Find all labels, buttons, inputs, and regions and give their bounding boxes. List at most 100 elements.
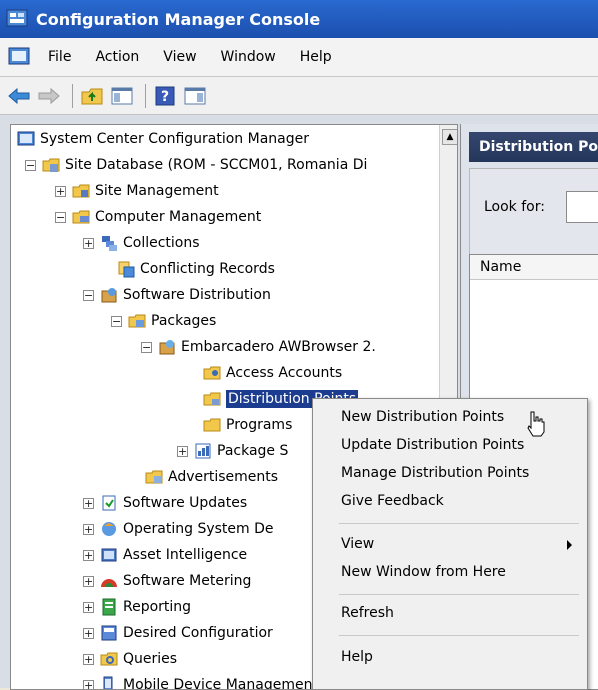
help-button[interactable]: ? [152, 83, 178, 109]
software-distribution-icon [100, 286, 118, 304]
up-level-button[interactable] [79, 83, 105, 109]
folder-icon [203, 416, 221, 434]
os-deployment-icon [100, 520, 118, 538]
tree-node-reporting[interactable]: + Reporting [83, 595, 191, 619]
tree-node-label: Site Database (ROM - SCCM01, Romania Di [65, 157, 367, 173]
tree-node-label: Software Metering [123, 573, 251, 589]
menu-bar: File Action View Window Help [0, 38, 598, 77]
tree-node-site-management[interactable]: + Site Management [55, 179, 219, 203]
results-pane-title: Distribution Po [469, 132, 598, 162]
tree-pane-icon [111, 86, 133, 106]
svg-text:?: ? [161, 89, 169, 105]
context-menu: New Distribution Points Update Distribut… [312, 398, 588, 690]
name-column-header[interactable]: Name [470, 255, 598, 280]
tree-node-label: Asset Intelligence [123, 547, 247, 563]
tree-node-package-status[interactable]: + Package S [177, 439, 288, 463]
menu-item-help[interactable]: Help [341, 649, 373, 665]
collapse-icon[interactable]: − [83, 290, 94, 301]
tree-node-label: Software Distribution [123, 287, 271, 303]
expand-icon[interactable]: + [83, 602, 94, 613]
tree-node-label: Computer Management [95, 209, 261, 225]
expand-icon[interactable]: + [83, 524, 94, 535]
scroll-up-icon[interactable]: ▲ [442, 129, 458, 145]
collapse-icon[interactable]: − [141, 342, 152, 353]
desired-configuration-icon [100, 624, 118, 642]
tree-node-conflicting-records[interactable]: Conflicting Records [117, 257, 275, 281]
tree-node-label: Reporting [123, 599, 191, 615]
forward-button[interactable] [36, 83, 62, 109]
advertisements-icon [145, 468, 163, 486]
menu-item-manage-distribution-points[interactable]: Manage Distribution Points [341, 465, 529, 481]
tree-node-label: Site Management [95, 183, 219, 199]
expand-icon[interactable]: + [83, 628, 94, 639]
menu-help[interactable]: Help [288, 49, 344, 65]
tree-node-computer-management[interactable]: − Computer Management [55, 205, 261, 229]
menu-item-new-window-from-here[interactable]: New Window from Here [341, 564, 506, 580]
console-window: Configuration Manager Console File Actio… [0, 0, 598, 688]
tree-node-software-updates[interactable]: + Software Updates [83, 491, 247, 515]
tree-node-label: Mobile Device Management [123, 677, 318, 690]
collapse-icon[interactable]: − [111, 316, 122, 327]
action-pane-button[interactable] [182, 83, 208, 109]
expand-icon[interactable]: + [83, 576, 94, 587]
tree-node-software-metering[interactable]: + Software Metering [83, 569, 251, 593]
software-updates-icon [100, 494, 118, 512]
expand-icon[interactable]: + [83, 550, 94, 561]
tree-node-label: Queries [123, 651, 177, 667]
expand-icon[interactable]: + [55, 186, 66, 197]
tree-node-embarcadero-package[interactable]: − Embarcadero AWBrowser 2. [141, 335, 376, 359]
tree-node-collections[interactable]: + Collections [83, 231, 200, 255]
tree-node-queries[interactable]: + Queries [83, 647, 177, 671]
tree-node-label: Collections [123, 235, 200, 251]
tree-node-label: Operating System De [123, 521, 274, 537]
conflicting-records-icon [117, 260, 135, 278]
tree-node-desired-configuration[interactable]: + Desired Configuratior [83, 621, 273, 645]
action-pane-icon [184, 86, 206, 106]
toolbar-separator [145, 84, 146, 108]
tree-node-label: Package S [217, 443, 288, 459]
menu-item-update-distribution-points[interactable]: Update Distribution Points [341, 437, 524, 453]
package-icon [158, 338, 176, 356]
expand-icon[interactable]: + [83, 680, 94, 690]
expand-icon[interactable]: + [177, 446, 188, 457]
tree-node-access-accounts[interactable]: Access Accounts [203, 361, 342, 385]
tree-node-programs[interactable]: Programs [203, 413, 292, 437]
menu-item-view[interactable]: View [341, 536, 374, 552]
expand-icon[interactable]: + [83, 498, 94, 509]
tree-node-advertisements[interactable]: Advertisements [145, 465, 278, 489]
folder-icon [72, 182, 90, 200]
collapse-icon[interactable]: − [25, 160, 36, 171]
collapse-icon[interactable]: − [55, 212, 66, 223]
collections-icon [100, 234, 118, 252]
tree-node-label: Packages [151, 313, 216, 329]
show-hide-tree-button[interactable] [109, 83, 135, 109]
tree-node-asset-intelligence[interactable]: + Asset Intelligence [83, 543, 247, 567]
tree-node-operating-system-deployment[interactable]: + Operating System De [83, 517, 274, 541]
reporting-icon [100, 598, 118, 616]
tree-node-software-distribution[interactable]: − Software Distribution [83, 283, 271, 307]
toolbar-separator [72, 84, 73, 108]
menu-view[interactable]: View [151, 49, 208, 65]
menu-item-give-feedback[interactable]: Give Feedback [341, 493, 444, 509]
database-icon [42, 156, 60, 174]
tree-node-root[interactable]: System Center Configuration Manager [17, 127, 309, 151]
menu-action[interactable]: Action [83, 49, 151, 65]
menu-item-new-distribution-points[interactable]: New Distribution Points [341, 409, 504, 425]
menu-file[interactable]: File [36, 49, 83, 65]
computer-folder-icon [72, 208, 90, 226]
menu-item-refresh[interactable]: Refresh [341, 605, 394, 621]
menu-separator [339, 635, 579, 636]
tree-node-site-database[interactable]: − Site Database (ROM - SCCM01, Romania D… [25, 153, 367, 177]
tree-node-mobile-device-management[interactable]: + Mobile Device Management [83, 673, 318, 690]
console-icon[interactable] [8, 46, 30, 68]
queries-icon [100, 650, 118, 668]
back-button[interactable] [6, 83, 32, 109]
tree-node-packages[interactable]: − Packages [111, 309, 216, 333]
folder-up-icon [81, 86, 103, 106]
forward-arrow-icon [38, 87, 60, 105]
look-for-input[interactable] [566, 191, 598, 223]
expand-icon[interactable]: + [83, 654, 94, 665]
expand-icon[interactable]: + [83, 238, 94, 249]
menu-window[interactable]: Window [209, 49, 288, 65]
tree-node-label: Programs [226, 417, 292, 433]
